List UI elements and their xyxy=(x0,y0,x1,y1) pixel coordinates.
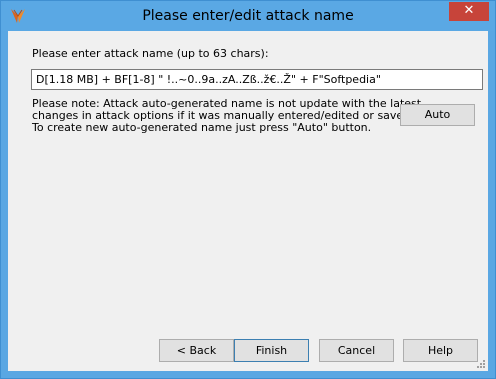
auto-name-note: Please note: Attack auto-generated name … xyxy=(32,98,443,134)
attack-name-input[interactable] xyxy=(31,69,483,90)
auto-button[interactable]: Auto xyxy=(400,104,475,126)
dialog-client-area: Please enter attack name (up to 63 chars… xyxy=(8,31,488,371)
help-button[interactable]: Help xyxy=(403,339,478,362)
resize-grip-icon[interactable] xyxy=(476,359,486,369)
close-button[interactable]: ✕ xyxy=(449,2,489,21)
title-bar[interactable]: Please enter/edit attack name ✕ xyxy=(1,1,495,31)
attack-name-panel: Please enter attack name (up to 63 chars… xyxy=(23,36,483,321)
close-icon[interactable]: ✕ xyxy=(464,3,475,18)
note-line: To create new auto-generated name just p… xyxy=(32,121,372,134)
finish-button[interactable]: Finish xyxy=(234,339,309,362)
dialog-window: Please enter/edit attack name ✕ Please e… xyxy=(0,0,496,379)
back-button[interactable]: < Back xyxy=(159,339,234,362)
cancel-button[interactable]: Cancel xyxy=(319,339,394,362)
window-title: Please enter/edit attack name xyxy=(142,8,354,24)
attack-name-prompt: Please enter attack name (up to 63 chars… xyxy=(32,47,269,60)
